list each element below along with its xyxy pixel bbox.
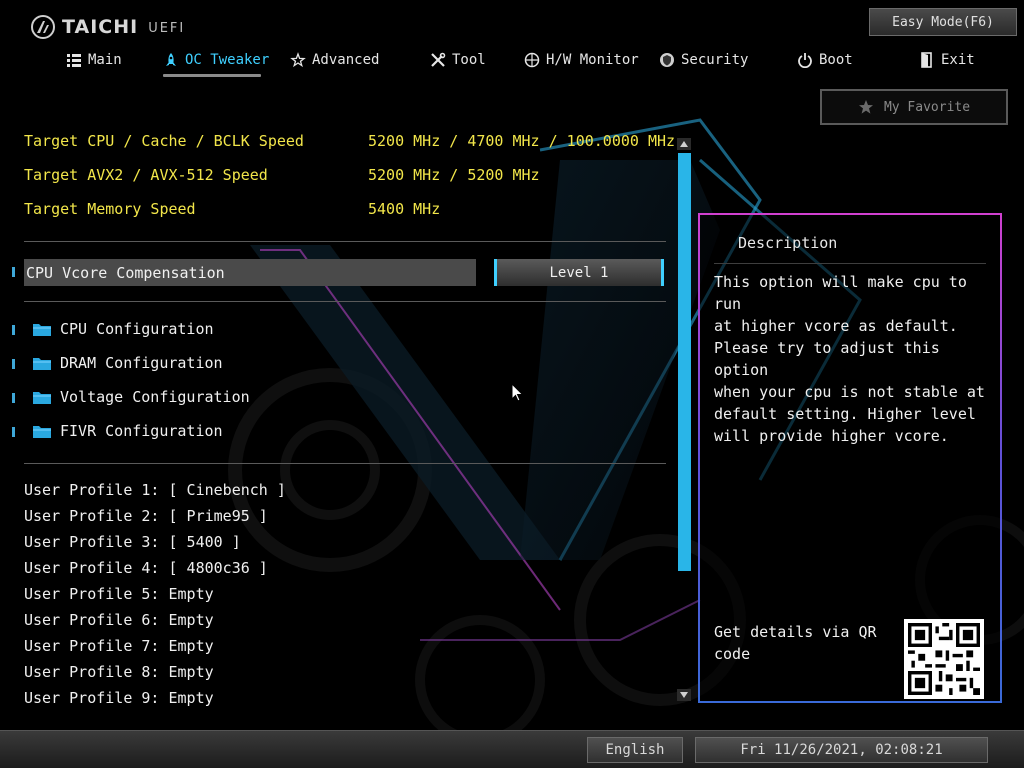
user-profile-1[interactable]: User Profile 1: [ Cinebench ] [24,481,286,499]
star-icon [290,52,306,68]
target-cpu-label: Target CPU / Cache / BCLK Speed [24,132,304,150]
divider [24,301,666,302]
user-profile-6[interactable]: User Profile 6: Empty [24,611,214,629]
exit-icon [921,52,932,68]
submenu-voltage-configuration[interactable]: Voltage Configuration [32,388,250,406]
tab-main-label: Main [88,52,122,68]
help-marker [12,325,15,335]
user-profile-3[interactable]: User Profile 3: [ 5400 ] [24,533,241,551]
datetime-display: Fri 11/26/2021, 02:08:21 [695,737,988,763]
divider [24,463,666,464]
help-marker [12,359,15,369]
taichi-logo-icon [31,15,55,39]
qr-label: Get details via QR code [714,623,877,663]
language-button[interactable]: English [587,737,683,763]
qr-code-icon [908,623,980,695]
tab-exit-label: Exit [941,52,975,68]
tools-icon [431,52,446,67]
qr-code [904,619,984,699]
help-marker [12,427,15,437]
star-icon [858,100,873,114]
power-icon [798,53,812,68]
description-title: Description [738,234,838,252]
submenu-fivr-configuration[interactable]: FIVR Configuration [32,422,223,440]
cpu-vcore-compensation-select[interactable]: Level 1 [494,259,664,286]
main-nav: Main OC Tweaker Advanced Tool H/W Monito… [62,52,992,80]
tab-oc-tweaker-label: OC Tweaker [185,52,270,68]
cpu-vcore-compensation-row[interactable]: CPU Vcore Compensation [24,259,476,286]
folder-icon [33,392,51,404]
tab-exit[interactable]: Exit [919,52,975,68]
brand-name: TAICHI [62,16,139,38]
tab-boot-label: Boot [819,52,853,68]
tab-hw-monitor[interactable]: H/W Monitor [524,52,639,68]
user-profile-8[interactable]: User Profile 8: Empty [24,663,214,681]
submenu-label: Voltage Configuration [60,388,250,406]
tab-tool[interactable]: Tool [430,52,486,68]
folder-icon [33,358,51,370]
taichi-logo: TAICHI UEFI [30,14,185,40]
submenu-label: FIVR Configuration [60,422,223,440]
tab-boot[interactable]: Boot [797,52,853,68]
submenu-dram-configuration[interactable]: DRAM Configuration [32,354,223,372]
target-memory-label: Target Memory Speed [24,200,196,218]
user-profile-7[interactable]: User Profile 7: Empty [24,637,214,655]
scrollbar-thumb[interactable] [678,153,691,571]
tab-security-label: Security [681,52,749,68]
scroll-down-arrow-icon[interactable] [677,689,691,701]
tab-hw-monitor-label: H/W Monitor [546,52,639,68]
tab-security[interactable]: Security [659,52,748,68]
target-avx-label: Target AVX2 / AVX-512 Speed [24,166,268,184]
submenu-cpu-configuration[interactable]: CPU Configuration [32,320,214,338]
my-favorite-button[interactable]: My Favorite [820,89,1008,125]
mouse-cursor-icon [511,383,524,402]
help-marker [12,393,15,403]
shield-icon [660,53,674,67]
my-favorite-label: My Favorite [883,99,971,115]
submenu-label: CPU Configuration [60,320,214,338]
divider [24,241,666,242]
list-icon [67,54,81,67]
user-profile-4[interactable]: User Profile 4: [ 4800c36 ] [24,559,268,577]
description-text: This option will make cpu to run at high… [714,273,985,445]
user-profile-5[interactable]: User Profile 5: Empty [24,585,214,603]
help-marker [12,267,15,277]
scroll-up-arrow-icon[interactable] [677,138,691,150]
tab-advanced-label: Advanced [312,52,380,68]
easy-mode-button[interactable]: Easy Mode(F6) [869,8,1017,36]
monitor-icon [524,52,540,68]
brand-suffix: UEFI [148,21,186,36]
submenu-label: DRAM Configuration [60,354,223,372]
target-avx-value: 5200 MHz / 5200 MHz [368,166,540,184]
user-profile-2[interactable]: User Profile 2: [ Prime95 ] [24,507,268,525]
description-panel: Description This option will make cpu to… [698,213,1002,703]
target-memory-value: 5400 MHz [368,200,441,218]
folder-icon [33,426,51,438]
divider [714,263,986,264]
tab-tool-label: Tool [452,52,486,68]
rocket-icon [166,53,176,66]
cpu-vcore-compensation-label: CPU Vcore Compensation [26,263,225,282]
tab-advanced[interactable]: Advanced [290,52,379,68]
target-cpu-value: 5200 MHz / 4700 MHz / 100.0000 MHz [368,132,676,150]
folder-icon [33,324,51,336]
tab-oc-tweaker[interactable]: OC Tweaker [163,52,269,68]
tab-main[interactable]: Main [66,52,122,68]
user-profile-9[interactable]: User Profile 9: Empty [24,689,214,707]
active-tab-indicator [163,74,261,77]
